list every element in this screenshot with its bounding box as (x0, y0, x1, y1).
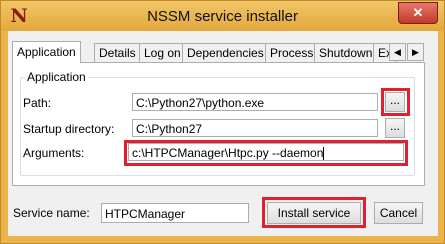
startup-directory-label: Startup directory: (23, 122, 115, 136)
tab-scroll-right-icon[interactable]: ▶ (407, 43, 424, 61)
text-cursor (323, 147, 325, 160)
tab-log-on[interactable]: Log on (139, 43, 186, 62)
startup-directory-input[interactable]: C:\Python27 (132, 119, 378, 137)
path-browse-button[interactable]: ... (385, 92, 405, 112)
path-label: Path: (23, 96, 52, 110)
installer-window: N NSSM service installer ✕ Application D… (0, 0, 445, 244)
arguments-label: Arguments: (23, 146, 85, 160)
tab-application[interactable]: Application (12, 41, 81, 63)
install-service-button[interactable]: Install service (267, 202, 361, 224)
arguments-value: c:\HTPCManager\Htpc.py --daemon (132, 146, 324, 160)
tab-scroll-controls: ◀ ▶ (389, 43, 425, 61)
path-input[interactable]: C:\Python27\python.exe (132, 93, 378, 111)
startup-browse-button[interactable]: ... (385, 118, 405, 138)
dialog-client-area: Application Details Log on Dependencies … (8, 31, 438, 236)
tab-process[interactable]: Process (265, 43, 319, 62)
group-legend: Application (25, 70, 88, 84)
close-button[interactable]: ✕ (398, 2, 438, 24)
window-title: NSSM service installer (147, 8, 298, 25)
tab-details[interactable]: Details (94, 43, 141, 62)
service-name-input[interactable]: HTPCManager (101, 203, 249, 223)
service-name-label: Service name: (13, 206, 90, 220)
tab-scroll-left-icon[interactable]: ◀ (389, 43, 406, 61)
arguments-input[interactable]: c:\HTPCManager\Htpc.py --daemon (128, 143, 404, 161)
cancel-button[interactable]: Cancel (374, 202, 423, 224)
tab-shutdown[interactable]: Shutdown (314, 43, 378, 62)
tab-dependencies[interactable]: Dependencies (182, 43, 269, 62)
application-tab-panel: Application Path: C:\Python27\python.exe… (12, 62, 425, 186)
title-bar[interactable]: N NSSM service installer ✕ (1, 1, 444, 31)
